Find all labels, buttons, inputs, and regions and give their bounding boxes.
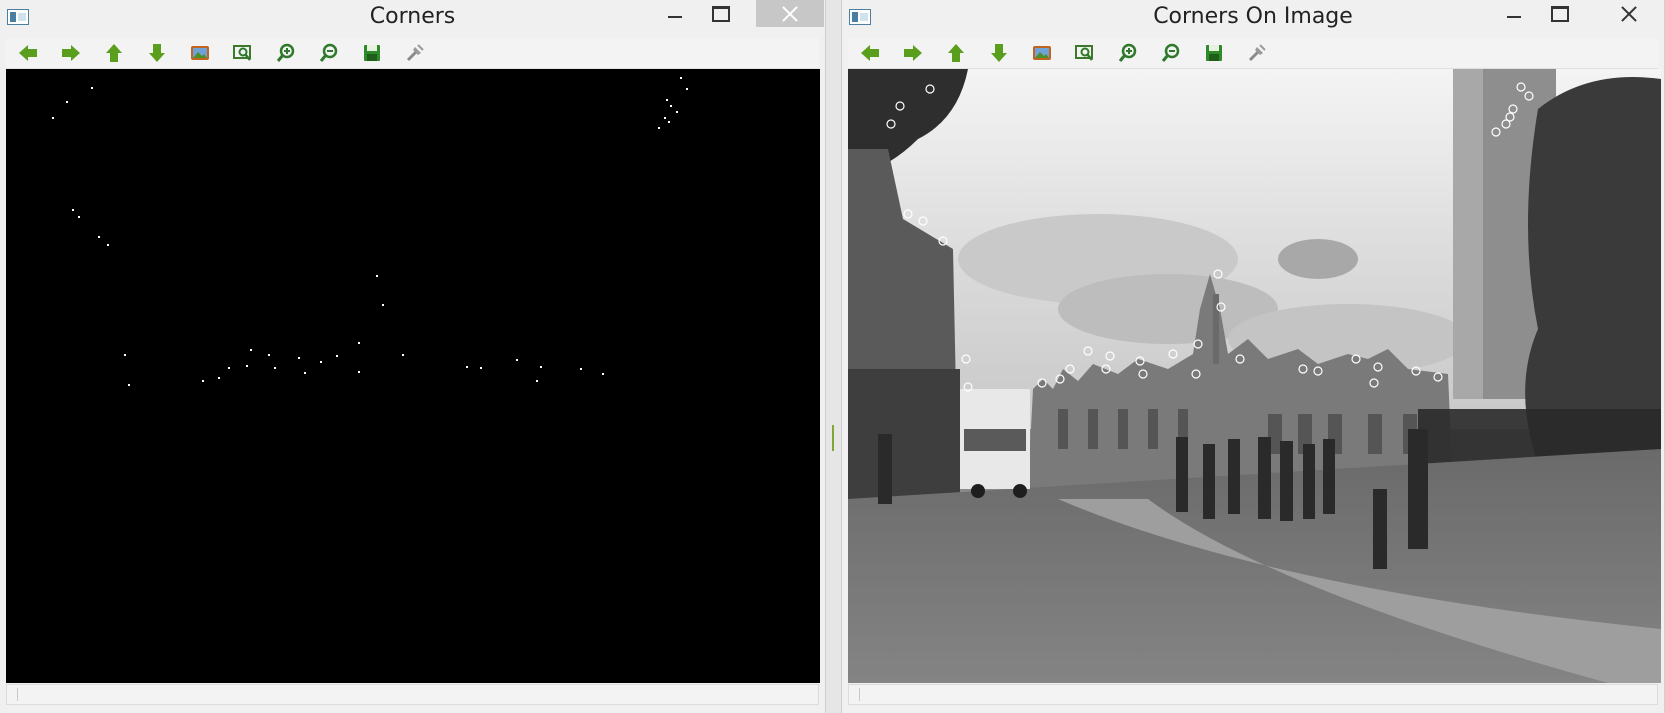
zoom-region-button[interactable] xyxy=(1063,40,1106,66)
zoom-to-fit-button[interactable] xyxy=(178,40,221,66)
properties-icon xyxy=(1248,44,1266,62)
save-icon xyxy=(1205,45,1222,61)
save-button[interactable] xyxy=(350,40,393,66)
pan-left-icon xyxy=(18,45,37,61)
properties-button[interactable] xyxy=(1235,40,1278,66)
pan-up-button[interactable] xyxy=(934,40,977,66)
corner-points xyxy=(52,77,688,386)
zoom-in-icon xyxy=(1118,43,1136,62)
corners-on-image-photo[interactable] xyxy=(848,69,1661,683)
close-icon xyxy=(1621,6,1637,22)
zoom-to-fit-icon xyxy=(190,46,209,60)
properties-icon xyxy=(406,44,424,62)
zoom-out-button[interactable] xyxy=(307,40,350,66)
pan-left-button[interactable] xyxy=(848,40,891,66)
pan-up-icon xyxy=(947,44,964,62)
zoom-in-icon xyxy=(276,43,294,62)
pan-down-icon xyxy=(990,44,1007,62)
status-bar xyxy=(848,684,1658,705)
close-icon xyxy=(782,6,798,22)
close-button[interactable] xyxy=(1595,0,1663,27)
close-button[interactable] xyxy=(756,0,824,27)
pan-right-button[interactable] xyxy=(49,40,92,66)
zoom-in-button[interactable] xyxy=(264,40,307,66)
zoom-region-button[interactable] xyxy=(221,40,264,66)
toolbar xyxy=(848,38,1658,69)
title-bar[interactable]: Corners On Image xyxy=(842,0,1664,34)
maximize-icon xyxy=(1550,5,1569,22)
minimize-button[interactable] xyxy=(652,0,697,27)
pan-down-icon xyxy=(148,44,165,62)
pan-right-button[interactable] xyxy=(891,40,934,66)
zoom-out-icon xyxy=(1161,43,1179,62)
status-bar xyxy=(6,684,819,705)
pan-right-icon xyxy=(903,45,922,61)
pan-up-button[interactable] xyxy=(92,40,135,66)
street-photo xyxy=(848,69,1661,683)
pan-right-icon xyxy=(61,45,80,61)
zoom-region-icon xyxy=(1074,45,1093,61)
save-icon xyxy=(363,45,380,61)
window-corners: Corners xyxy=(0,0,826,713)
save-button[interactable] xyxy=(1192,40,1235,66)
pan-left-button[interactable] xyxy=(6,40,49,66)
maximize-button[interactable] xyxy=(698,0,743,27)
zoom-in-button[interactable] xyxy=(1106,40,1149,66)
maximize-button[interactable] xyxy=(1537,0,1582,27)
maximize-icon xyxy=(711,5,730,22)
toolbar xyxy=(6,38,819,69)
zoom-to-fit-button[interactable] xyxy=(1020,40,1063,66)
pan-up-icon xyxy=(105,44,122,62)
zoom-region-icon xyxy=(232,45,251,61)
minimize-icon xyxy=(667,15,682,18)
zoom-out-icon xyxy=(319,43,337,62)
window-gap xyxy=(826,0,841,713)
properties-button[interactable] xyxy=(393,40,436,66)
pan-down-button[interactable] xyxy=(135,40,178,66)
title-bar[interactable]: Corners xyxy=(0,0,825,34)
minimize-button[interactable] xyxy=(1491,0,1536,27)
pan-down-button[interactable] xyxy=(977,40,1020,66)
window-corners-on-image: Corners On Image xyxy=(841,0,1665,713)
zoom-to-fit-icon xyxy=(1032,46,1051,60)
corner-response-image[interactable] xyxy=(6,69,820,683)
minimize-icon xyxy=(1506,15,1521,18)
pan-left-icon xyxy=(860,45,879,61)
zoom-out-button[interactable] xyxy=(1149,40,1192,66)
